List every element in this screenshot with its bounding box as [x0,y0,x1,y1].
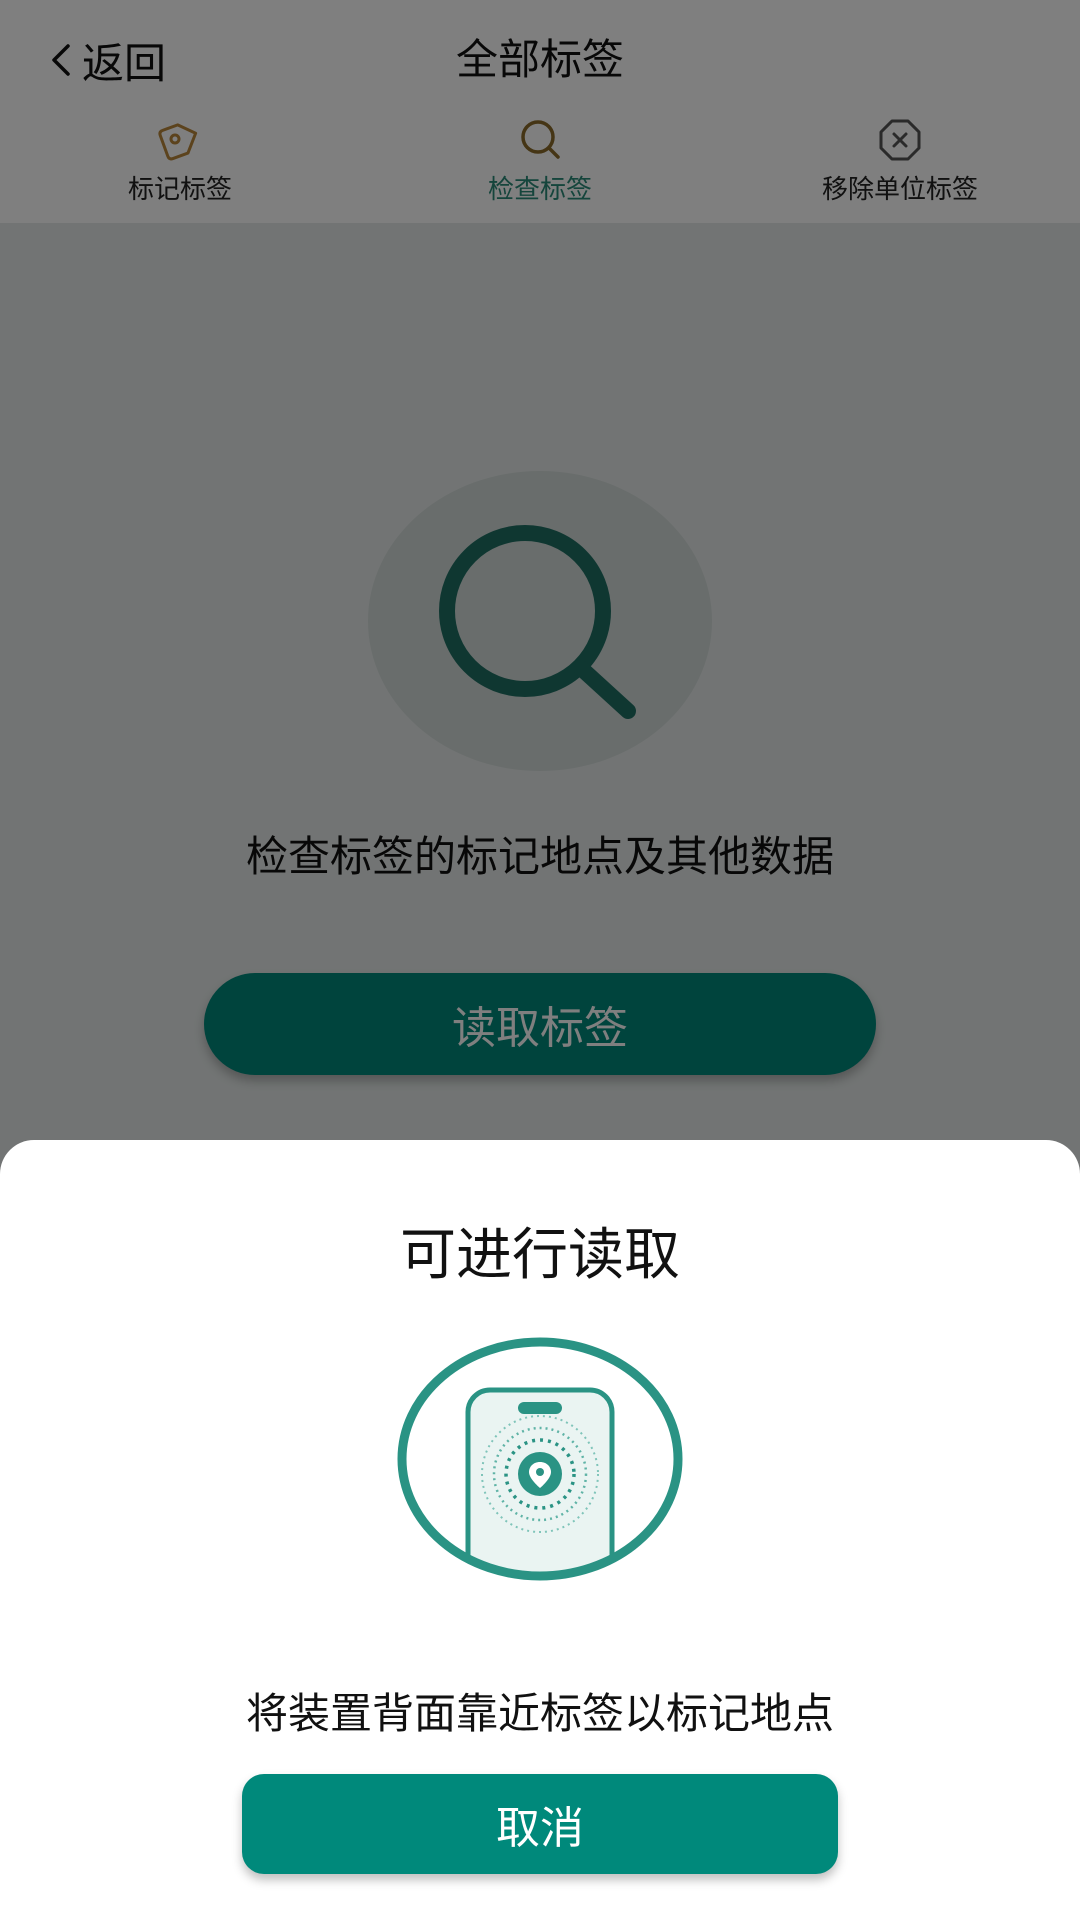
cancel-button[interactable]: 取消 [242,1774,838,1874]
sheet-title: 可进行读取 [400,1223,680,1288]
sheet-instruction: 将装置背面靠近标签以标记地点 [245,1689,834,1738]
bottom-sheet: 可进行读取 将装置背面靠近标签以标记地点 取消 [0,1140,1080,1920]
screen: 返回 全部标签 标记标签 检查标签 移除单位标签 [0,0,1080,1920]
phone-nfc-icon [397,1337,683,1581]
